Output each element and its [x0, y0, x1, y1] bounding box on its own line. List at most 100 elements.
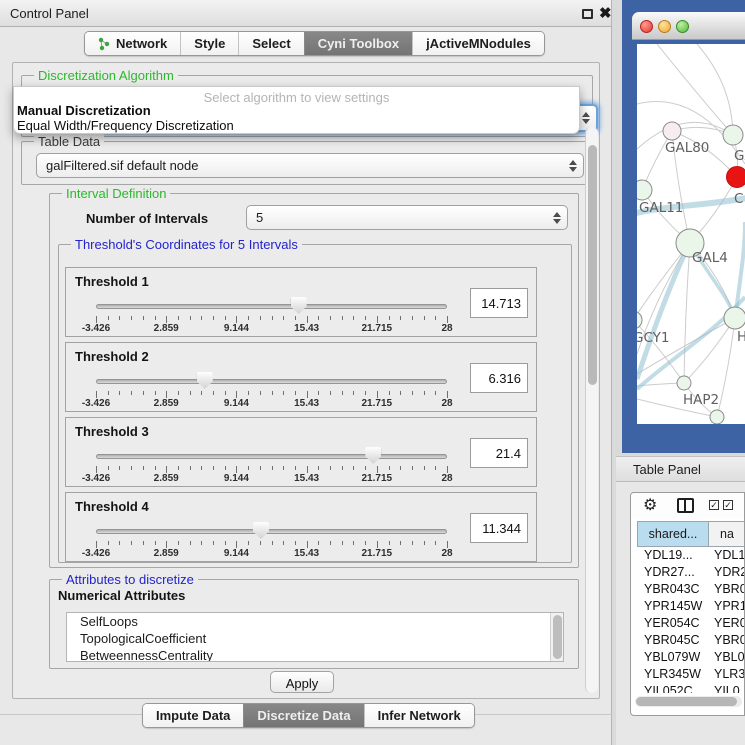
- slider-tick: [96, 541, 97, 548]
- slider-scale-label: -3.426: [82, 398, 110, 409]
- slider-thumb[interactable]: [365, 447, 381, 464]
- attribute-item[interactable]: BetweennessCentrality: [67, 647, 563, 662]
- scrollbar-thumb[interactable]: [588, 145, 597, 385]
- network-view-window[interactable]: GAL80 GA C GAL11 GAL4 GCY1 H HAP2: [622, 0, 745, 453]
- network-canvas[interactable]: GAL80 GA C GAL11 GAL4 GCY1 H HAP2: [637, 44, 745, 424]
- minimize-traffic-light-icon[interactable]: [658, 20, 671, 33]
- gear-icon[interactable]: ⚙: [643, 495, 657, 515]
- table-row[interactable]: YLR345WYLR3: [637, 666, 745, 683]
- slider-thumb[interactable]: [253, 522, 269, 539]
- checkbox-icon[interactable]: ✓: [723, 500, 733, 510]
- split-columns-icon[interactable]: [677, 498, 694, 513]
- slider-tick: [119, 466, 120, 470]
- slider-tick: [447, 541, 448, 548]
- table-row[interactable]: YPR145WYPR1: [637, 598, 745, 615]
- slider-tick: [131, 391, 132, 395]
- scrollbar-thumb[interactable]: [636, 697, 737, 706]
- tab-network[interactable]: Network: [85, 32, 180, 55]
- close-icon[interactable]: ✖: [599, 4, 612, 22]
- slider-scale-label: 9.144: [224, 473, 249, 484]
- tab-infer-network[interactable]: Infer Network: [364, 704, 474, 727]
- numerical-attributes-list[interactable]: SelfLoopsTopologicalCoefficientBetweenne…: [66, 612, 564, 662]
- table-row[interactable]: YBL079WYBL0: [637, 649, 745, 666]
- threshold-value-field[interactable]: 14.713: [470, 288, 528, 318]
- node-gcy1[interactable]: [637, 311, 642, 329]
- apply-button[interactable]: Apply: [270, 671, 334, 693]
- popup-item-manual-discretization[interactable]: Manual Discretization: [17, 103, 151, 118]
- slider-tick: [108, 541, 109, 545]
- node-right[interactable]: [724, 307, 745, 329]
- node-red-selected[interactable]: [727, 167, 745, 188]
- slider-tick: [377, 391, 378, 398]
- tab-style[interactable]: Style: [180, 32, 238, 55]
- slider-track[interactable]: [96, 529, 447, 534]
- threshold-value-field[interactable]: 11.344: [470, 513, 528, 543]
- popup-item-equal-width-frequency[interactable]: Equal Width/Frequency Discretization: [17, 118, 234, 133]
- tab-select[interactable]: Select: [238, 32, 303, 55]
- attribute-item[interactable]: TopologicalCoefficient: [67, 630, 563, 647]
- content-vertical-scrollbar[interactable]: [585, 127, 598, 693]
- slider-tick: [190, 391, 191, 395]
- slider-tick: [119, 391, 120, 395]
- slider-tick: [236, 466, 237, 473]
- slider-tick: [225, 391, 226, 395]
- zoom-traffic-light-icon[interactable]: [676, 20, 689, 33]
- table-row[interactable]: YER054CYER0: [637, 615, 745, 632]
- table-data-combobox[interactable]: galFiltered.sif default node: [36, 153, 584, 178]
- slider-tick: [447, 466, 448, 473]
- threshold-value-field[interactable]: 6.316: [470, 363, 528, 393]
- slider-thumb[interactable]: [291, 297, 307, 314]
- slider-tick: [389, 541, 390, 545]
- table-row[interactable]: YIL052CYIL0: [637, 683, 745, 693]
- network-nodes[interactable]: [637, 122, 745, 424]
- node-gal11[interactable]: [637, 180, 652, 200]
- node-hap2[interactable]: [677, 376, 691, 390]
- slider-tick: [201, 391, 202, 395]
- slider-tick: [435, 391, 436, 395]
- cell-name: YIL0: [709, 683, 745, 693]
- table-horizontal-scrollbar[interactable]: [635, 696, 742, 707]
- table-row[interactable]: YDL19...YDL1: [637, 547, 745, 564]
- tab-cyni-toolbox[interactable]: Cyni Toolbox: [304, 32, 412, 55]
- slider-tick: [353, 466, 354, 470]
- attribute-item[interactable]: SelfLoops: [67, 613, 563, 630]
- threshold-value-field[interactable]: 21.4: [470, 438, 528, 468]
- node-bottom[interactable]: [710, 410, 724, 424]
- table-panel-body: ⚙ ✓ ✓ shared... na YDL19...YDL1YDR27...Y…: [616, 482, 745, 745]
- tab-discretize-data[interactable]: Discretize Data: [243, 704, 363, 727]
- tab-jactivemnodules[interactable]: jActiveMNodules: [412, 32, 544, 55]
- column-header-name[interactable]: na: [709, 521, 745, 547]
- table-row[interactable]: YDR27...YDR2: [637, 564, 745, 581]
- tab-impute-data[interactable]: Impute Data: [143, 704, 243, 727]
- slider-tick: [108, 391, 109, 395]
- cyni-toolbox-content: Discretization Algorithm Table Data galF…: [12, 62, 600, 699]
- control-panel-titlebar: Control Panel ✖: [0, 0, 611, 27]
- slider-tick: [353, 391, 354, 395]
- table-row[interactable]: YBR045CYBR0: [637, 632, 745, 649]
- slider-track[interactable]: [96, 454, 447, 459]
- table-data-combobox-value: galFiltered.sif default node: [46, 158, 198, 173]
- slider-tick: [424, 316, 425, 320]
- slider-track[interactable]: [96, 379, 447, 384]
- slider-tick: [295, 316, 296, 320]
- slider-scale-label: 28: [441, 548, 452, 559]
- interval-definition-group: Interval Definition Number of Intervals …: [49, 193, 579, 568]
- slider-thumb[interactable]: [197, 372, 213, 389]
- tab-label: Discretize Data: [257, 708, 350, 723]
- checkbox-icon[interactable]: ✓: [709, 500, 719, 510]
- slider-tick: [353, 541, 354, 545]
- network-window-titlebar[interactable]: [632, 12, 745, 40]
- float-window-icon[interactable]: [582, 9, 593, 19]
- column-header-shared-name[interactable]: shared...: [637, 521, 709, 547]
- node-top-right[interactable]: [723, 125, 743, 145]
- number-of-intervals-combobox[interactable]: 5: [246, 205, 568, 230]
- slider-scale-label: 28: [441, 323, 452, 334]
- table-row[interactable]: YBR043CYBR0: [637, 581, 745, 598]
- close-traffic-light-icon[interactable]: [640, 20, 653, 33]
- attributes-scrollbar[interactable]: [550, 613, 563, 661]
- slider-tick: [213, 391, 214, 395]
- threshold-label: Threshold 1: [75, 274, 149, 289]
- attributes-group-title: Attributes to discretize: [62, 572, 198, 587]
- slider-track[interactable]: [96, 304, 447, 309]
- node-gal80[interactable]: [663, 122, 681, 140]
